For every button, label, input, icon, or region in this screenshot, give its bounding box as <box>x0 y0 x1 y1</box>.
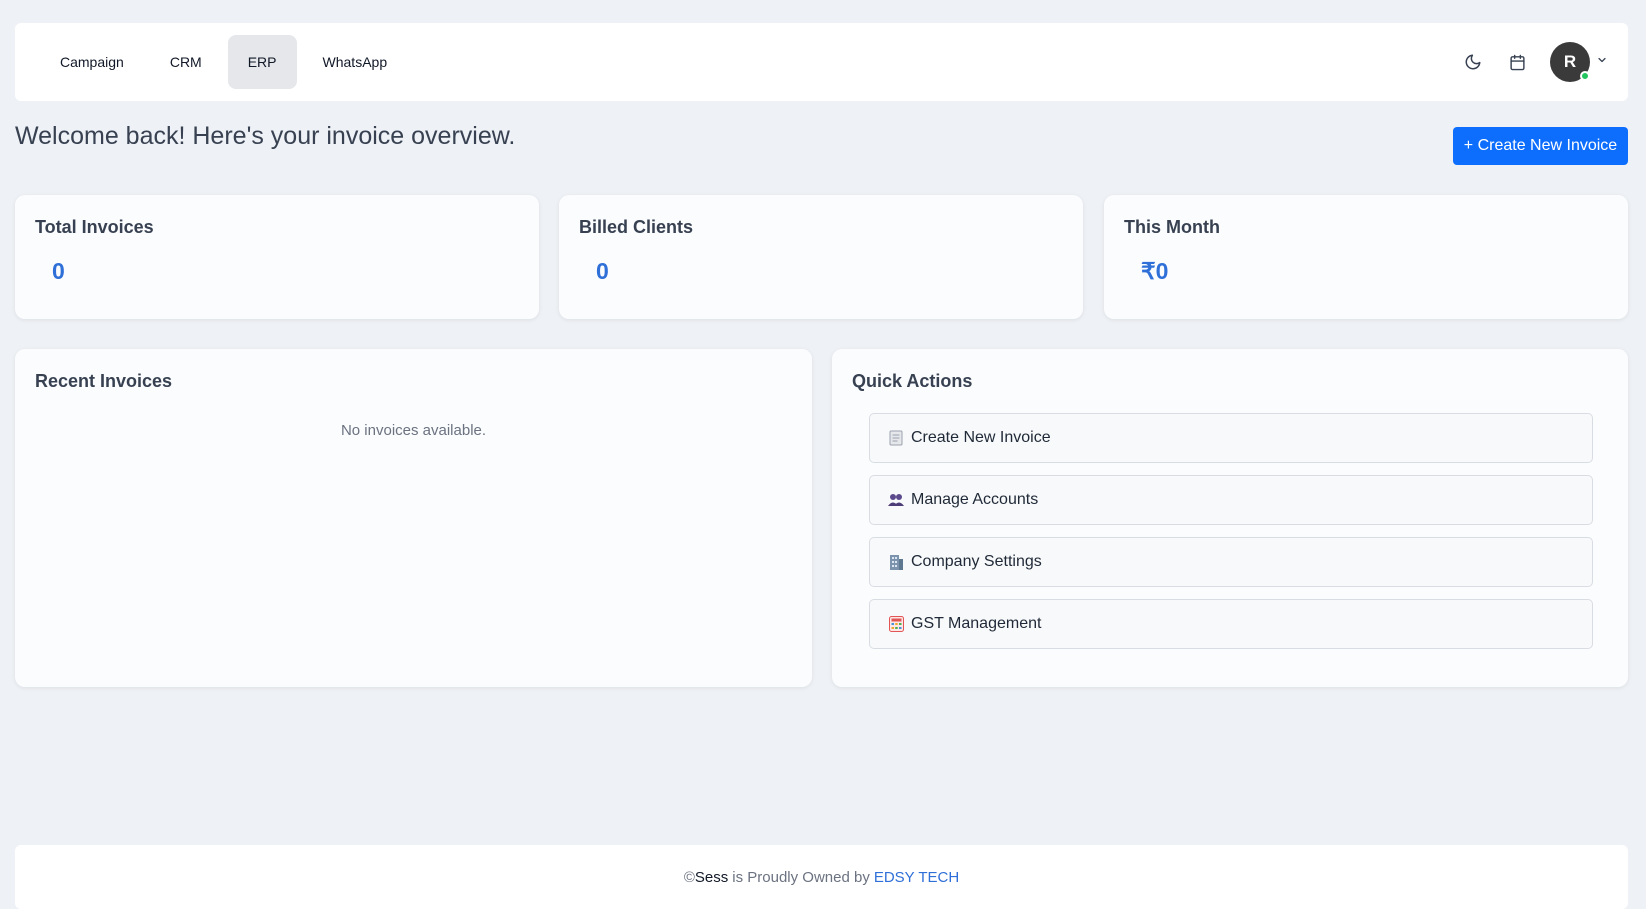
online-status-dot <box>1580 71 1590 81</box>
avatar-initial: R <box>1563 52 1577 71</box>
quick-action-label: Company Settings <box>911 553 1042 570</box>
navbar-actions: R <box>1462 42 1608 82</box>
nav-item-erp[interactable]: ERP <box>227 35 297 89</box>
footer-owner-link[interactable]: EDSY TECH <box>874 869 959 886</box>
stat-value: 0 <box>596 258 609 284</box>
copyright-symbol: © <box>683 868 695 886</box>
stat-card-total-invoices: Total Invoices 0 <box>15 195 539 319</box>
recent-invoices-panel: Recent Invoices No invoices available. <box>15 349 812 687</box>
quick-actions-panel: Quick Actions Create New Invoice Manage … <box>832 349 1628 687</box>
avatar[interactable]: R <box>1550 42 1590 82</box>
stat-title: This Month <box>1124 217 1220 237</box>
empty-state-message: No invoices available. <box>340 422 487 439</box>
nav-item-crm[interactable]: CRM <box>150 35 222 89</box>
footer: © Sess is Proudly Owned by EDSY TECH <box>15 845 1628 909</box>
chevron-down-icon[interactable] <box>1596 53 1608 71</box>
footer-text: is Proudly Owned by <box>732 868 870 886</box>
stat-card-billed-clients: Billed Clients 0 <box>559 195 1083 319</box>
top-navbar: Campaign CRM ERP WhatsApp R <box>15 23 1628 101</box>
calculator-icon <box>888 616 904 632</box>
quick-action-label: Manage Accounts <box>911 491 1039 508</box>
quick-action-manage-accounts[interactable]: Manage Accounts <box>869 475 1593 525</box>
stat-value: ₹0 <box>1141 258 1169 284</box>
page-title: Welcome back! Here's your invoice overvi… <box>15 122 516 150</box>
create-new-invoice-button[interactable]: + Create New Invoice <box>1453 127 1628 165</box>
stat-title: Total Invoices <box>35 217 154 237</box>
quick-action-label: GST Management <box>911 615 1042 632</box>
moon-icon[interactable] <box>1462 51 1484 73</box>
calendar-icon[interactable] <box>1506 51 1528 73</box>
quick-action-company-settings[interactable]: Company Settings <box>869 537 1593 587</box>
nav-item-campaign[interactable]: Campaign <box>40 35 144 89</box>
building-icon <box>888 554 904 570</box>
stat-title: Billed Clients <box>579 217 694 237</box>
user-menu[interactable]: R <box>1550 42 1608 82</box>
receipt-icon <box>888 430 904 446</box>
users-icon <box>888 492 904 508</box>
stat-card-this-month: This Month ₹0 <box>1104 195 1628 319</box>
module-nav: Campaign CRM ERP WhatsApp <box>40 35 407 89</box>
stat-value: 0 <box>52 258 65 284</box>
quick-action-gst-management[interactable]: GST Management <box>869 599 1593 649</box>
quick-action-create-invoice[interactable]: Create New Invoice <box>869 413 1593 463</box>
quick-action-label: Create New Invoice <box>911 429 1051 446</box>
panel-title: Quick Actions <box>852 371 973 391</box>
footer-brand: Sess <box>694 868 729 886</box>
nav-item-whatsapp[interactable]: WhatsApp <box>303 35 408 89</box>
panel-title: Recent Invoices <box>35 371 173 391</box>
quick-actions-list: Create New Invoice Manage Accounts Compa… <box>869 413 1593 649</box>
